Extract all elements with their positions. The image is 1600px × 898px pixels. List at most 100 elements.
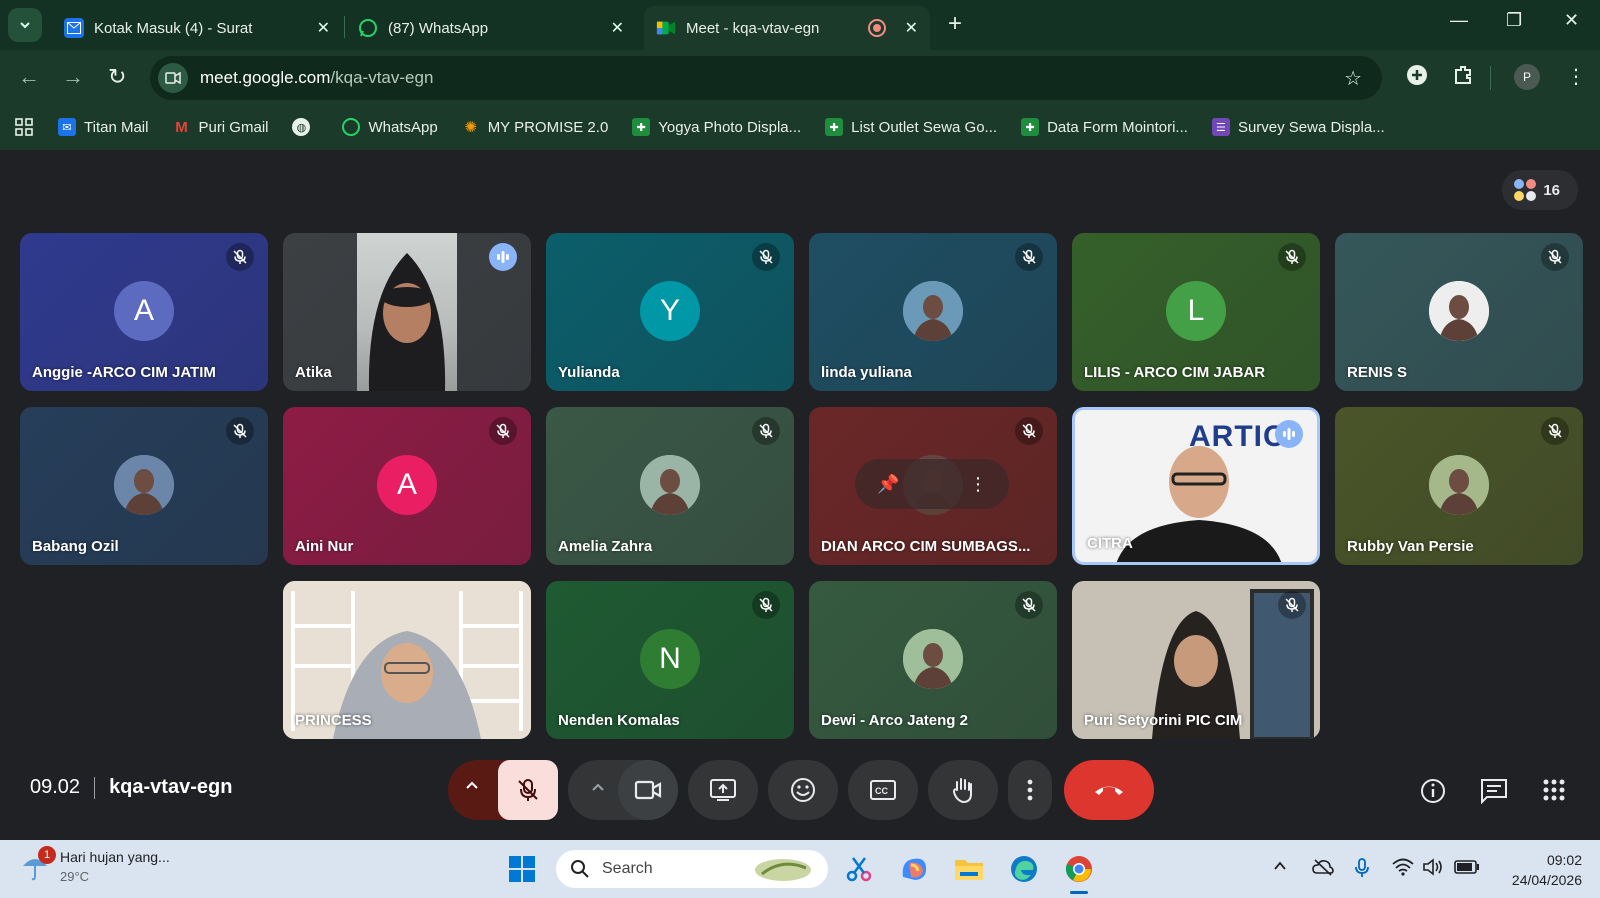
taskbar-snipping-tool[interactable] (842, 852, 876, 886)
weather-widget[interactable]: 1 Hari hujan yang... 29°C (20, 846, 170, 886)
camera-options-button[interactable] (590, 780, 606, 801)
participant-name: Dewi - Arco Jateng 2 (821, 712, 968, 729)
bookmark-data-form[interactable]: ✚ Data Form Mointori... (1021, 118, 1188, 136)
bookmark-survey-sewa[interactable]: ☰ Survey Sewa Displa... (1211, 118, 1385, 136)
participant-tile[interactable]: 📌 ⋮ DIAN ARCO CIM SUMBAGS... (809, 407, 1057, 565)
raise-hand-button[interactable] (928, 760, 998, 820)
bookmark-my-promise[interactable]: ✺ MY PROMISE 2.0 (462, 118, 608, 137)
meeting-info-button[interactable] (1420, 778, 1446, 809)
mic-off-icon (496, 423, 510, 438)
captions-button[interactable]: CC (848, 760, 918, 820)
microphone-icon[interactable] (1354, 858, 1370, 883)
reload-button[interactable]: ↻ (108, 64, 126, 90)
participant-tile[interactable]: Puri Setyorini PIC CIM (1072, 581, 1320, 739)
activities-button[interactable] (1542, 778, 1566, 807)
site-info-icon[interactable] (158, 63, 188, 93)
close-icon[interactable]: ✕ (317, 18, 330, 38)
participant-tile[interactable]: Y Yulianda (546, 233, 794, 391)
bookmark-list-outlet[interactable]: ✚ List Outlet Sewa Go... (825, 118, 997, 136)
chevron-down-icon (20, 22, 30, 29)
bookmark-whatsapp[interactable]: WhatsApp (342, 118, 438, 136)
close-icon[interactable]: ✕ (611, 18, 624, 38)
show-hidden-icons-button[interactable] (1272, 858, 1288, 879)
extensions-icon[interactable] (1452, 64, 1474, 92)
cloud-off-icon[interactable] (1312, 858, 1334, 881)
participant-tile[interactable]: Amelia Zahra (546, 407, 794, 565)
taskbar-file-explorer[interactable] (952, 852, 986, 886)
new-tab-button[interactable]: + (948, 10, 962, 38)
call-end-icon (1095, 786, 1123, 795)
participant-tile[interactable]: A Anggie -ARCO CIM JATIM (20, 233, 268, 391)
participant-name: Puri Setyorini PIC CIM (1084, 712, 1243, 729)
present-to-all-icon (710, 779, 736, 801)
bookmark-titan-mail[interactable]: ✉ Titan Mail (58, 118, 148, 136)
system-clock[interactable]: 09:02 24/04/2026 (1496, 850, 1582, 890)
more-options-button[interactable] (1008, 760, 1052, 820)
restore-button[interactable]: ❐ (1506, 10, 1522, 31)
participant-video (357, 233, 457, 391)
camera-toggle-button[interactable] (618, 760, 678, 820)
more-vert-icon (1027, 779, 1033, 801)
more-vert-icon[interactable]: ⋮ (1566, 64, 1586, 89)
participant-tile[interactable]: Dewi - Arco Jateng 2 (809, 581, 1057, 739)
reactions-button[interactable] (768, 760, 838, 820)
volume-icon[interactable] (1422, 858, 1444, 881)
back-button[interactable]: ← (18, 64, 40, 90)
whatsapp-icon (342, 118, 361, 136)
participant-avatar (903, 281, 963, 341)
meet-main: 16 A Anggie -ARCO CIM JATIM Atika Y Yulianda… (0, 150, 1600, 840)
mic-toggle-button[interactable] (498, 760, 558, 820)
bookmark-puri-gmail[interactable]: M Puri Gmail (172, 118, 268, 136)
address-bar[interactable]: meet.google.com/kqa-vtav-egn ☆ (150, 56, 1382, 100)
start-button[interactable] (505, 852, 539, 886)
participant-tile[interactable]: Babang Ozil (20, 407, 268, 565)
tab-search-button[interactable] (8, 8, 42, 42)
bookmark-star-icon[interactable]: ☆ (1344, 66, 1362, 91)
chevron-up-icon (466, 781, 478, 789)
leave-call-button[interactable] (1064, 760, 1154, 820)
participant-avatar: L (1166, 281, 1226, 341)
taskbar-search[interactable]: Search (556, 850, 828, 888)
add-icon[interactable] (1406, 64, 1428, 92)
taskbar-copilot[interactable] (897, 852, 931, 886)
more-vert-icon[interactable]: ⋮ (969, 474, 987, 495)
participant-tile[interactable]: ARTICI CITRA (1072, 407, 1320, 565)
taskbar-chrome[interactable] (1062, 852, 1096, 894)
participant-name: Atika (295, 364, 332, 381)
mic-muted-indicator (489, 417, 517, 445)
minimize-button[interactable]: — (1450, 10, 1468, 31)
battery-icon[interactable] (1454, 858, 1480, 879)
participant-tile[interactable]: PRINCESS (283, 581, 531, 739)
tab-whatsapp[interactable]: (87) WhatsApp ✕ (346, 6, 636, 50)
present-screen-button[interactable] (688, 760, 758, 820)
chat-button[interactable] (1480, 778, 1508, 809)
mic-muted-indicator (226, 243, 254, 271)
tab-mail[interactable]: Kotak Masuk (4) - Surat ✕ (52, 6, 342, 50)
participant-tile[interactable]: L LILIS - ARCO CIM JABAR (1072, 233, 1320, 391)
tab-meet[interactable]: Meet - kqa-vtav-egn ✕ (644, 6, 930, 50)
close-icon[interactable]: ✕ (905, 18, 918, 38)
mic-options-button[interactable] (464, 778, 480, 799)
bookmark-yogya-photo[interactable]: ✚ Yogya Photo Displa... (632, 118, 801, 136)
participant-tile[interactable]: N Nenden Komalas (546, 581, 794, 739)
weather-text: Hari hujan yang... (60, 849, 170, 865)
wifi-icon[interactable] (1392, 858, 1414, 881)
apps-grid-icon[interactable] (14, 117, 34, 137)
sheets-icon: ✚ (1021, 118, 1040, 136)
forward-button[interactable]: → (62, 64, 84, 90)
close-window-button[interactable]: ✕ (1564, 10, 1579, 31)
participant-tile[interactable]: linda yuliana (809, 233, 1057, 391)
participant-tile[interactable]: RENIS S (1335, 233, 1583, 391)
taskbar-edge[interactable] (1007, 852, 1041, 886)
emoji-icon (791, 778, 815, 802)
participant-count-button[interactable]: 16 (1502, 170, 1578, 210)
profile-avatar[interactable]: P (1514, 64, 1540, 90)
participant-tile[interactable]: A Aini Nur (283, 407, 531, 565)
windows-icon (509, 856, 535, 882)
participant-tile[interactable]: Atika (283, 233, 531, 391)
pin-icon[interactable]: 📌 (877, 474, 899, 495)
speaking-indicator-icon (1283, 428, 1295, 440)
speaking-indicator-icon (497, 251, 509, 263)
bookmark-globe[interactable]: ◍ (292, 118, 318, 136)
participant-tile[interactable]: Rubby Van Persie (1335, 407, 1583, 565)
